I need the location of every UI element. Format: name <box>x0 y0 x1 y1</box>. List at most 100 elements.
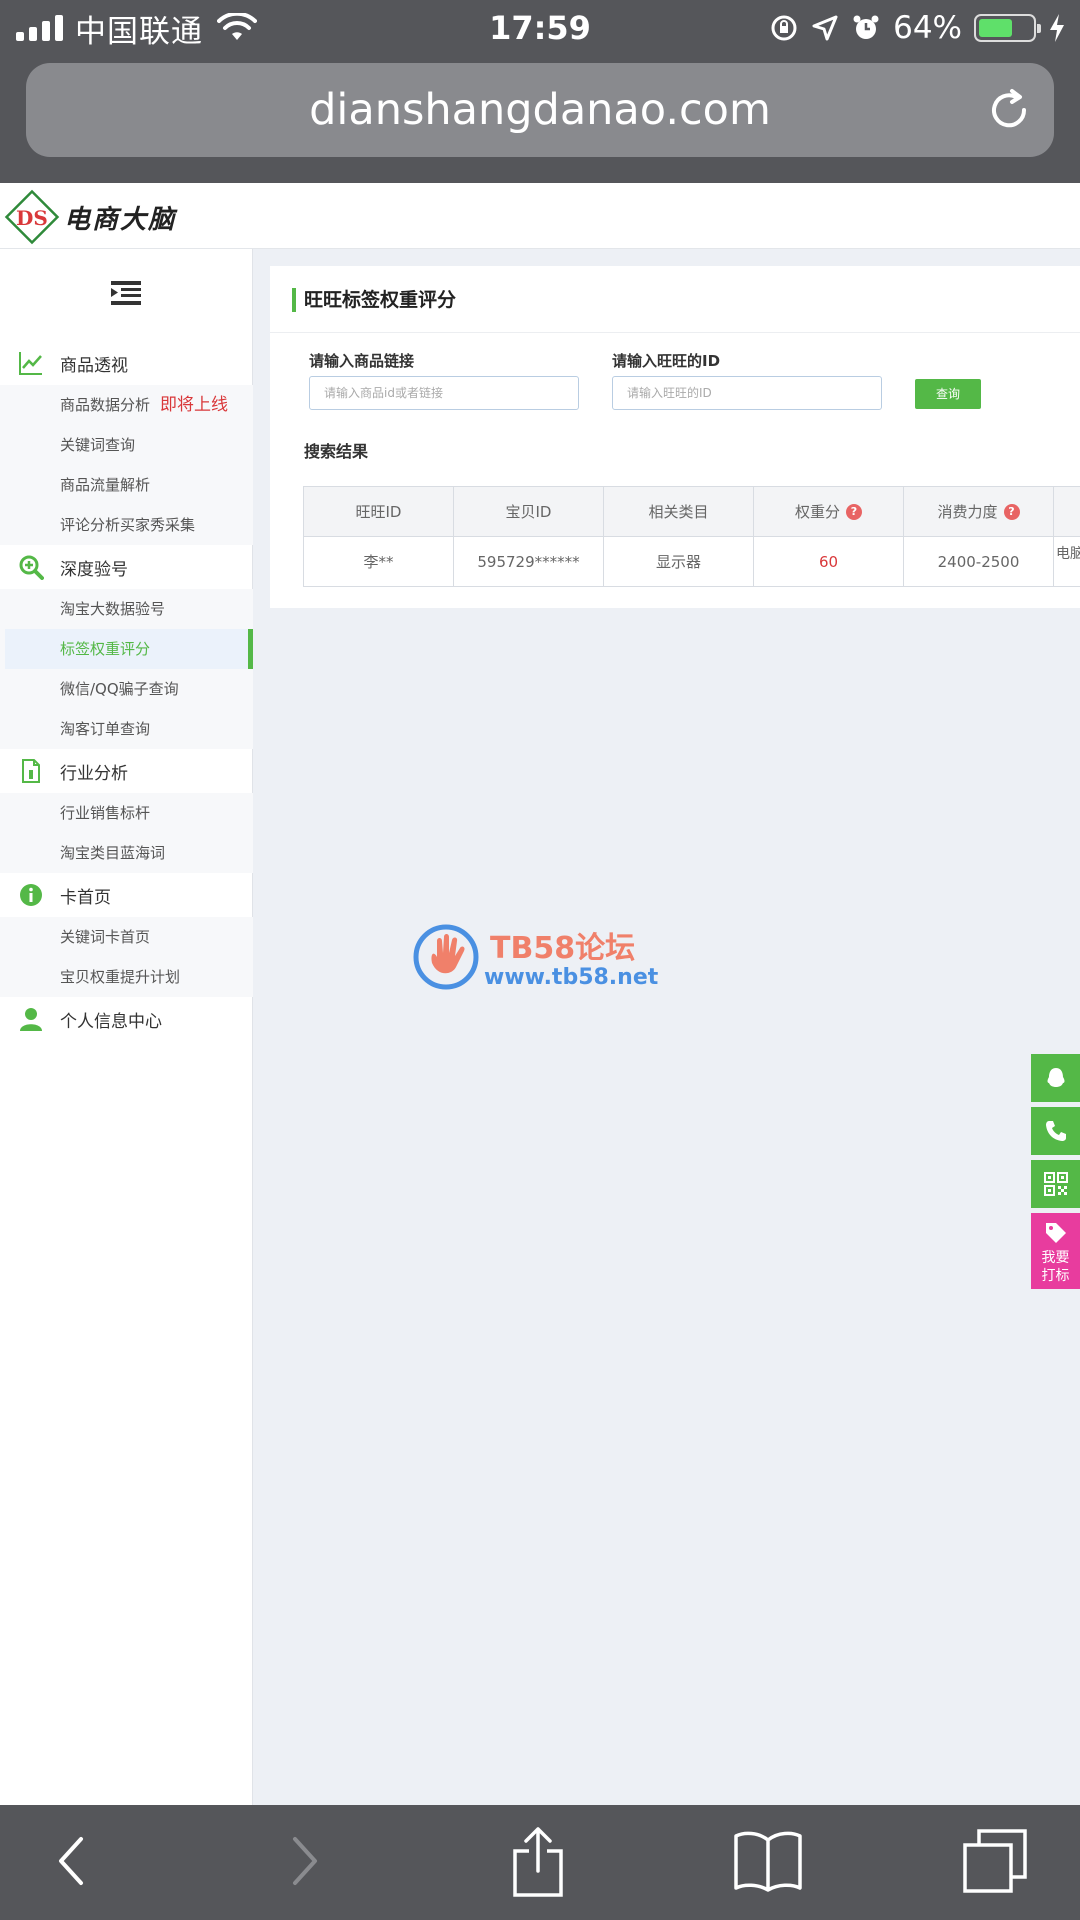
product-link-input[interactable]: 请输入商品id或者链接 <box>309 376 579 410</box>
main-panel: 旺旺标签权重评分 请输入商品链接 请输入商品id或者链接 请输入旺旺的ID 请输… <box>270 266 1080 608</box>
sidebar-group-product-insight[interactable]: 商品透视 <box>0 341 253 385</box>
sidebar-item-label: 商品数据分析 <box>60 396 151 414</box>
watermark-title: TB58论坛 <box>490 931 636 966</box>
bookmarks-button[interactable] <box>730 1825 806 1897</box>
wangwang-id-input[interactable]: 请输入旺旺的ID <box>612 376 882 410</box>
logo-mark-icon: DS <box>4 189 60 245</box>
table-cell: 显示器 <box>603 537 753 586</box>
sidebar-item-industry-benchmark[interactable]: 行业销售标杆 <box>0 793 253 833</box>
table-cell-truncated: 电脑 <box>1053 537 1080 586</box>
watermark: TB58论坛 www.tb58.net <box>412 923 672 995</box>
battery-fill <box>979 19 1013 37</box>
column-header-label: 权重分 <box>794 503 840 521</box>
sidebar-item-affiliate-order-query[interactable]: 淘客订单查询 <box>0 709 253 749</box>
back-button[interactable] <box>40 1825 100 1897</box>
tabs-button[interactable] <box>960 1825 1030 1897</box>
status-bar: 中国联通 17:59 64% <box>0 0 1080 55</box>
reload-icon[interactable] <box>986 87 1032 133</box>
logo-text: 电商大脑 <box>64 204 177 235</box>
line-chart-icon <box>19 352 42 375</box>
phone-icon <box>1045 1121 1066 1141</box>
sidebar-submenu: 行业销售标杆 淘宝类目蓝海词 <box>0 793 253 873</box>
column-header-label: 消费力度 <box>937 503 998 521</box>
sidebar-item-blue-ocean-keywords[interactable]: 淘宝类目蓝海词 <box>0 833 253 873</box>
chevron-right-icon <box>293 1837 317 1885</box>
sidebar-item-keyword-query[interactable]: 关键词查询 <box>0 425 253 465</box>
location-icon <box>812 15 838 41</box>
results-title: 搜索结果 <box>304 442 369 461</box>
sidebar-group-personal-center[interactable]: 个人信息中心 <box>0 997 253 1041</box>
sidebar-submenu: 商品数据分析 即将上线 关键词查询 商品流量解析 评论分析买家秀采集 <box>0 385 253 545</box>
charging-icon <box>1050 14 1064 42</box>
apply-tag-button[interactable]: 我要 打标 <box>1031 1213 1080 1289</box>
qr-code-button[interactable] <box>1031 1160 1080 1208</box>
sidebar-group-label: 行业分析 <box>60 763 128 784</box>
help-icon[interactable]: ? <box>846 503 862 520</box>
forward-button[interactable] <box>276 1825 336 1897</box>
site-header: DS 电商大脑 <box>0 183 1080 249</box>
document-icon <box>22 759 40 783</box>
menu-toggle-icon[interactable] <box>111 281 141 305</box>
battery-icon <box>974 14 1041 42</box>
page-title: 旺旺标签权重评分 <box>292 288 456 312</box>
sidebar-group-label: 卡首页 <box>60 887 111 908</box>
apply-tag-label: 打标 <box>1041 1268 1070 1284</box>
sidebar-item-taobao-bigdata-verify[interactable]: 淘宝大数据验号 <box>0 589 253 629</box>
table-row: 李** 595729****** 显示器 60 2400-2500 电脑 <box>303 537 1080 587</box>
column-header-spending-power: 消费力度? <box>903 487 1053 536</box>
share-icon <box>513 1827 563 1897</box>
watermark-url: www.tb58.net <box>484 965 659 990</box>
sidebar-item-keyword-homepage[interactable]: 关键词卡首页 <box>0 917 253 957</box>
sidebar-item-traffic-analysis[interactable]: 商品流量解析 <box>0 465 253 505</box>
sidebar-nav: 商品透视 商品数据分析 即将上线 关键词查询 商品流量解析 评论分析买家秀采集 深… <box>0 341 253 1041</box>
table-cell: 2400-2500 <box>903 537 1053 586</box>
phone-contact-button[interactable] <box>1031 1107 1080 1155</box>
sidebar-item-product-data-analysis[interactable]: 商品数据分析 即将上线 <box>0 385 253 425</box>
product-link-label: 请输入商品链接 <box>309 352 415 370</box>
site-logo[interactable]: DS 电商大脑 <box>4 189 176 245</box>
sidebar-item-scammer-query[interactable]: 微信/QQ骗子查询 <box>0 669 253 709</box>
column-header-category: 相关类目 <box>603 487 753 536</box>
address-bar[interactable]: dianshangdanao.com <box>26 63 1054 157</box>
sidebar-submenu: 淘宝大数据验号 标签权重评分 微信/QQ骗子查询 淘客订单查询 <box>0 589 253 749</box>
sidebar-group-deep-verify[interactable]: 深度验号 <box>0 545 253 589</box>
column-header-wangwang-id: 旺旺ID <box>303 487 453 536</box>
help-icon[interactable]: ? <box>1003 503 1020 520</box>
share-button[interactable] <box>508 1825 568 1897</box>
table-cell: 595729****** <box>453 537 603 586</box>
sidebar-group-homepage-rank[interactable]: 卡首页 <box>0 873 253 917</box>
user-icon <box>20 1008 42 1031</box>
column-header-item-id: 宝贝ID <box>453 487 603 536</box>
url-text: dianshangdanao.com <box>309 85 771 135</box>
wangwang-id-label: 请输入旺旺的ID <box>612 352 721 370</box>
chevron-left-icon <box>59 1837 83 1885</box>
hand-logo-icon <box>413 924 479 990</box>
book-icon <box>734 1831 802 1892</box>
title-divider <box>270 332 1080 333</box>
query-button[interactable]: 查询 <box>915 379 981 409</box>
tabs-icon <box>963 1829 1027 1893</box>
sidebar-item-tag-weight-score[interactable]: 标签权重评分 <box>5 629 253 669</box>
sidebar-group-industry-analysis[interactable]: 行业分析 <box>0 749 253 793</box>
sidebar-submenu: 关键词卡首页 宝贝权重提升计划 <box>0 917 253 997</box>
browser-toolbar <box>0 1805 1080 1920</box>
svg-text:DS: DS <box>16 206 48 230</box>
alarm-icon <box>853 15 879 39</box>
sidebar-group-label: 深度验号 <box>60 559 128 580</box>
browser-url-area: dianshangdanao.com <box>0 55 1080 183</box>
info-icon <box>20 884 42 906</box>
sidebar-group-label: 商品透视 <box>60 355 128 376</box>
search-plus-icon <box>19 555 44 580</box>
qq-contact-button[interactable] <box>1031 1054 1080 1102</box>
results-table: 旺旺ID 宝贝ID 相关类目 权重分? 消费力度? 李** 595729****… <box>303 486 1080 587</box>
tag-icon <box>1045 1223 1066 1243</box>
qq-icon <box>1047 1068 1064 1087</box>
apply-tag-label: 我要 <box>1041 1250 1070 1266</box>
sidebar-item-review-analysis[interactable]: 评论分析买家秀采集 <box>0 505 253 545</box>
qr-code-icon <box>1043 1172 1068 1196</box>
column-header-weight-score: 权重分? <box>753 487 903 536</box>
table-cell: 李** <box>303 537 453 586</box>
sidebar-group-label: 个人信息中心 <box>60 1011 162 1032</box>
sidebar-item-weight-boost-plan[interactable]: 宝贝权重提升计划 <box>0 957 253 997</box>
coming-soon-badge: 即将上线 <box>160 395 229 415</box>
